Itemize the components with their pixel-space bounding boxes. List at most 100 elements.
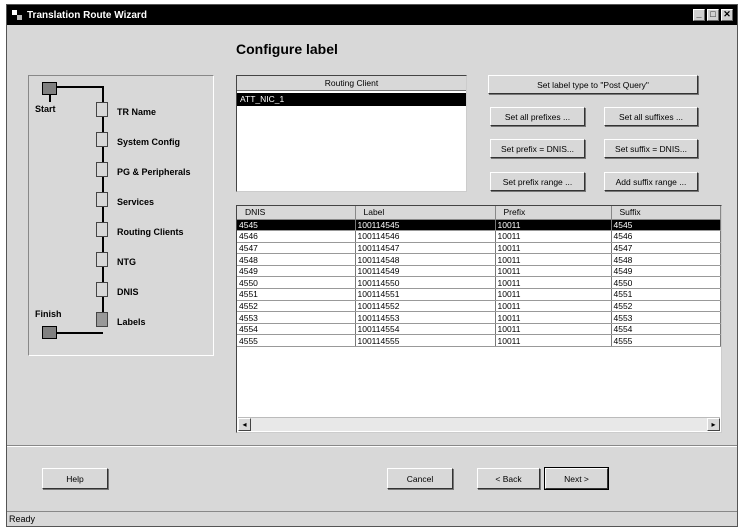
step-dnis: DNIS — [117, 287, 139, 297]
cell-prefix[interactable]: 10011 — [495, 334, 612, 348]
cell-dnis[interactable]: 4555 — [237, 334, 356, 348]
cell-prefix[interactable]: 10011 — [495, 230, 612, 243]
cell-prefix[interactable]: 10011 — [495, 242, 612, 255]
step-labels: Labels — [117, 317, 146, 327]
cell-prefix[interactable]: 10011 — [495, 323, 612, 336]
column-header-suffix[interactable]: Suffix — [611, 206, 721, 220]
table-row[interactable]: 4545 100114545 10011 4545 — [237, 219, 721, 232]
table-row[interactable]: 4548 100114548 10011 4548 — [237, 253, 721, 266]
horizontal-scrollbar[interactable]: ◂ ▸ — [238, 417, 720, 431]
cell-label[interactable]: 100114546 — [355, 230, 496, 243]
step-routing-clients: Routing Clients — [117, 227, 184, 237]
cancel-button[interactable]: Cancel — [387, 468, 453, 489]
cell-dnis[interactable]: 4548 — [237, 253, 356, 266]
cell-label[interactable]: 100114555 — [355, 334, 496, 348]
column-header-prefix[interactable]: Prefix — [495, 206, 612, 220]
table-row[interactable]: 4546 100114546 10011 4546 — [237, 230, 721, 243]
cell-dnis[interactable]: 4545 — [237, 219, 356, 232]
step-labels-icon — [96, 312, 108, 327]
cell-label[interactable]: 100114554 — [355, 323, 496, 336]
table-row[interactable]: 4550 100114550 10011 4550 — [237, 276, 721, 290]
routing-client-header[interactable]: Routing Client — [237, 76, 466, 91]
cell-label[interactable]: 100114545 — [355, 219, 496, 232]
step-ntg: NTG — [117, 257, 136, 267]
cell-prefix[interactable]: 10011 — [495, 300, 612, 313]
step-routing-clients-icon — [96, 222, 108, 237]
step-pg-peripherals: PG & Peripherals — [117, 167, 191, 177]
cell-dnis[interactable]: 4547 — [237, 242, 356, 255]
table-row[interactable]: 4553 100114553 10011 4553 — [237, 311, 721, 324]
cell-prefix[interactable]: 10011 — [495, 265, 612, 278]
scroll-right-icon[interactable]: ▸ — [707, 418, 720, 431]
start-node-icon — [42, 82, 57, 95]
cell-suffix[interactable]: 4546 — [611, 230, 721, 243]
table-row[interactable]: 4549 100114549 10011 4549 — [237, 265, 721, 278]
step-services-icon — [96, 192, 108, 207]
close-button[interactable]: ✕ — [721, 9, 733, 21]
cell-label[interactable]: 100114549 — [355, 265, 496, 278]
cell-suffix[interactable]: 4551 — [611, 288, 721, 301]
cell-dnis[interactable]: 4546 — [237, 230, 356, 243]
table-row[interactable]: 4554 100114554 10011 4554 — [237, 323, 721, 336]
cell-dnis[interactable]: 4554 — [237, 323, 356, 336]
cell-suffix[interactable]: 4545 — [611, 219, 721, 232]
footer-divider — [7, 445, 737, 447]
cell-prefix[interactable]: 10011 — [495, 276, 612, 290]
column-header-label[interactable]: Label — [355, 206, 496, 220]
cell-prefix[interactable]: 10011 — [495, 311, 612, 324]
cell-suffix[interactable]: 4550 — [611, 276, 721, 290]
next-button[interactable]: Next > — [544, 467, 609, 490]
set-prefix-range-button[interactable]: Set prefix range ... — [490, 172, 585, 191]
routing-client-item[interactable]: ATT_NIC_1 — [237, 93, 466, 106]
cell-suffix[interactable]: 4553 — [611, 311, 721, 324]
cell-suffix[interactable]: 4549 — [611, 265, 721, 278]
cell-label[interactable]: 100114550 — [355, 276, 496, 290]
minimize-button[interactable]: _ — [693, 9, 705, 21]
page-title: Configure label — [236, 41, 338, 57]
scroll-left-icon[interactable]: ◂ — [238, 418, 251, 431]
back-button[interactable]: < Back — [477, 468, 540, 489]
set-all-suffixes-button[interactable]: Set all suffixes ... — [604, 107, 698, 126]
cell-prefix[interactable]: 10011 — [495, 219, 612, 232]
cell-prefix[interactable]: 10011 — [495, 253, 612, 266]
wizard-window: Translation Route Wizard _ □ ✕ Configure… — [6, 4, 738, 527]
cell-suffix[interactable]: 4548 — [611, 253, 721, 266]
help-button[interactable]: Help — [42, 468, 108, 489]
label-table[interactable]: DNIS Label Prefix Suffix 4545 100114545 10… — [236, 205, 722, 433]
step-dnis-icon — [96, 282, 108, 297]
table-row[interactable]: 4547 100114547 10011 4547 — [237, 242, 721, 255]
routing-client-list[interactable]: Routing Client ATT_NIC_1 — [236, 75, 467, 192]
step-system-config: System Config — [117, 137, 181, 147]
set-all-prefixes-button[interactable]: Set all prefixes ... — [490, 107, 585, 126]
cell-suffix[interactable]: 4554 — [611, 323, 721, 336]
set-prefix-dnis-button[interactable]: Set prefix = DNIS... — [490, 139, 585, 158]
table-row[interactable]: 4552 100114552 10011 4552 — [237, 300, 721, 313]
step-tr-name: TR Name — [117, 107, 157, 117]
cell-suffix[interactable]: 4552 — [611, 300, 721, 313]
cell-prefix[interactable]: 10011 — [495, 288, 612, 301]
cell-dnis[interactable]: 4552 — [237, 300, 356, 313]
step-tr-name-icon — [96, 102, 108, 117]
cell-dnis[interactable]: 4550 — [237, 276, 356, 290]
add-suffix-range-button[interactable]: Add suffix range ... — [604, 172, 698, 191]
cell-label[interactable]: 100114548 — [355, 253, 496, 266]
maximize-button[interactable]: □ — [707, 9, 719, 21]
finish-label: Finish — [35, 309, 62, 319]
cell-label[interactable]: 100114552 — [355, 300, 496, 313]
column-header-dnis[interactable]: DNIS — [237, 206, 356, 220]
set-suffix-dnis-button[interactable]: Set suffix = DNIS... — [604, 139, 698, 158]
label-grid: DNIS Label Prefix Suffix 4545 100114545 10… — [237, 206, 721, 348]
app-icon — [11, 9, 23, 21]
cell-suffix[interactable]: 4555 — [611, 334, 721, 348]
cell-suffix[interactable]: 4547 — [611, 242, 721, 255]
table-row[interactable]: 4555 100114555 10011 4555 — [237, 334, 721, 348]
cell-label[interactable]: 100114553 — [355, 311, 496, 324]
cell-dnis[interactable]: 4553 — [237, 311, 356, 324]
set-post-query-button[interactable]: Set label type to "Post Query" — [488, 75, 698, 94]
cell-dnis[interactable]: 4551 — [237, 288, 356, 301]
cell-dnis[interactable]: 4549 — [237, 265, 356, 278]
cell-label[interactable]: 100114547 — [355, 242, 496, 255]
window-title: Translation Route Wizard — [27, 9, 147, 21]
cell-label[interactable]: 100114551 — [355, 288, 496, 301]
table-row[interactable]: 4551 100114551 10011 4551 — [237, 288, 721, 301]
